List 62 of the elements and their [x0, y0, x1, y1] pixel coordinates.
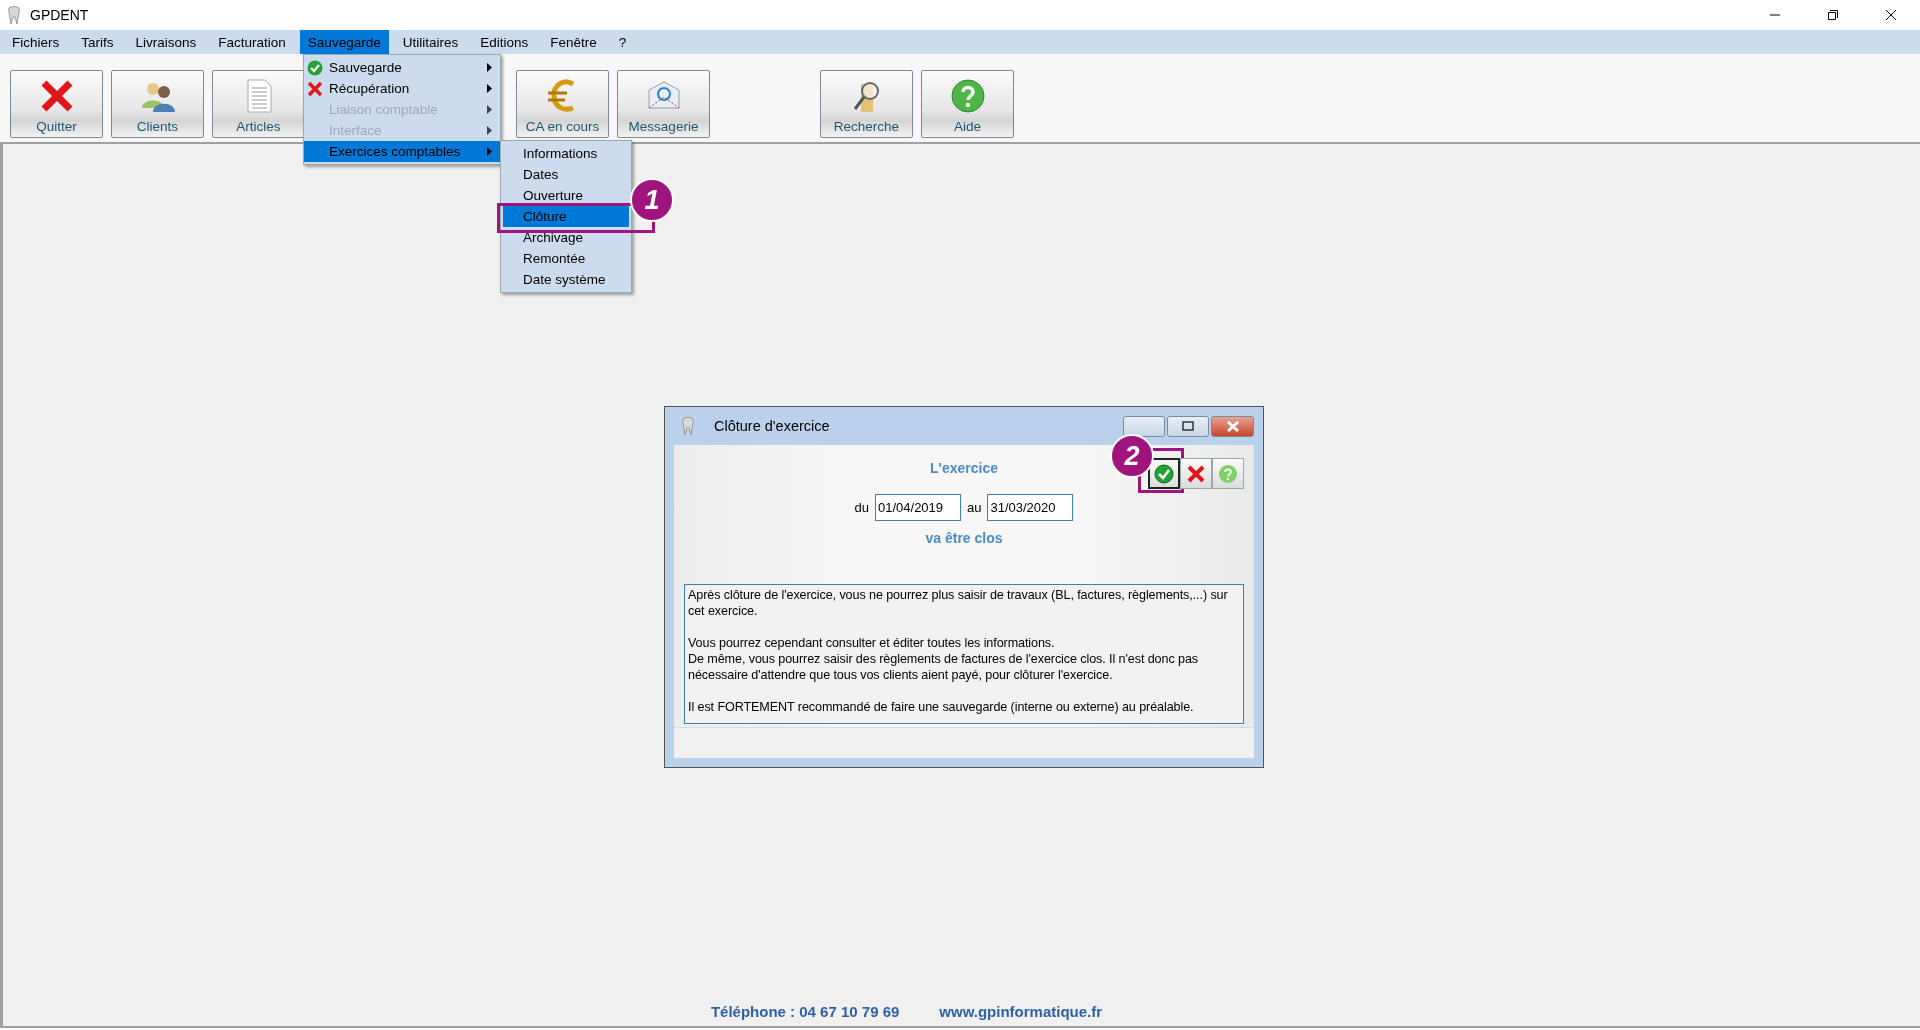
message-paragraph: Il est FORTEMENT recommandé de faire une sauvegarde (interne ou externe) au préalable. — [688, 699, 1195, 715]
submenu-arrow-icon — [487, 105, 492, 114]
check-icon — [1154, 463, 1174, 484]
menu-item[interactable]: ? — [610, 30, 635, 54]
validate-button[interactable] — [1148, 458, 1180, 489]
menu-item[interactable]: Utilitaires — [394, 30, 467, 54]
menu-item[interactable]: Livraisons — [127, 30, 205, 54]
help-icon — [949, 78, 986, 114]
toolbar-button[interactable]: CA en cours — [516, 70, 609, 138]
restore-icon — [1828, 10, 1838, 20]
menu-entry[interactable]: Ouverture — [503, 185, 629, 206]
dialog-heading: L'exercice — [930, 460, 998, 476]
menu-entry[interactable]: Dates — [503, 164, 629, 185]
menu-entry[interactable]: Exercices comptables — [304, 141, 500, 162]
message-paragraph: Après clôture de l'exercice, vous ne pourrez plus saisir de travaux (BL, factures, règlements,...) sur cet exercice. — [688, 587, 1229, 619]
toolbar-button[interactable]: Clients — [111, 70, 204, 138]
submenu-arrow-icon — [487, 126, 492, 135]
submenu-arrow-icon — [487, 63, 492, 72]
cross-icon — [1186, 463, 1206, 484]
menu-item[interactable]: Fichiers — [4, 30, 68, 54]
from-label: du — [854, 500, 869, 515]
cross-icon — [307, 81, 323, 97]
menu-entry[interactable]: Remontée — [503, 248, 629, 269]
menu-item[interactable]: Tarifs — [73, 30, 122, 54]
cancel-button[interactable] — [1180, 458, 1212, 489]
tooth-icon — [682, 417, 694, 435]
menu-entry[interactable]: Archivage — [503, 227, 629, 248]
menu-entry[interactable]: Récupération — [304, 78, 500, 99]
menu-entry[interactable]: Date système — [503, 269, 629, 290]
toolbar-button[interactable]: Articles — [212, 70, 305, 138]
to-label: au — [967, 500, 982, 515]
close-icon — [1226, 420, 1239, 432]
submenu-arrow-icon — [487, 84, 492, 93]
menu-item[interactable]: Sauvegarde — [299, 30, 389, 54]
status-text: va être clos — [925, 530, 1003, 546]
menu-item[interactable]: Editions — [472, 30, 537, 54]
toolbar-button[interactable]: Recherche — [820, 70, 913, 138]
dialog-title: Clôture d'exercice — [714, 418, 830, 434]
maximize-icon — [1182, 420, 1194, 431]
message-paragraph: Vous pourrez cependant consulter et éditer toutes les informations. De même, vous pourrez saisir des règlements de factures de l'exercice clos. Il n'est donc pas nécessaire d'attendre que tous vos clients aient payé, pour clôturer l'exercice. — [688, 635, 1199, 683]
tooth-icon — [8, 6, 20, 24]
menu-item[interactable]: Fenêtre — [542, 30, 605, 54]
minimize-button[interactable] — [1123, 415, 1165, 437]
maximize-button[interactable] — [1167, 415, 1209, 437]
close-button[interactable] — [1211, 415, 1254, 437]
menu-item[interactable]: Facturation — [210, 30, 294, 54]
toolbar-button[interactable]: Messagerie — [617, 70, 710, 138]
toolbar-button[interactable]: Quitter — [10, 70, 103, 138]
start-date-field[interactable]: 01/04/2019 — [875, 494, 961, 521]
phone-number: Téléphone : 04 67 10 79 69 — [710, 1003, 900, 1020]
menu-entry[interactable]: Informations — [503, 143, 629, 164]
submenu-arrow-icon — [487, 147, 492, 156]
end-date-field[interactable]: 31/03/2020 — [987, 494, 1074, 521]
step-badge: 2 — [1110, 434, 1154, 478]
help-icon — [1218, 463, 1238, 484]
toolbar-button[interactable]: Aide — [921, 70, 1014, 138]
check-icon — [307, 60, 323, 76]
menu-entry[interactable]: Clôture — [503, 206, 629, 227]
window-title: GPDENT — [30, 7, 89, 23]
menu-entry[interactable]: Sauvegarde — [304, 57, 500, 78]
website-link[interactable]: www.gpinformatique.fr — [939, 1003, 1103, 1020]
close-icon — [1886, 10, 1896, 20]
